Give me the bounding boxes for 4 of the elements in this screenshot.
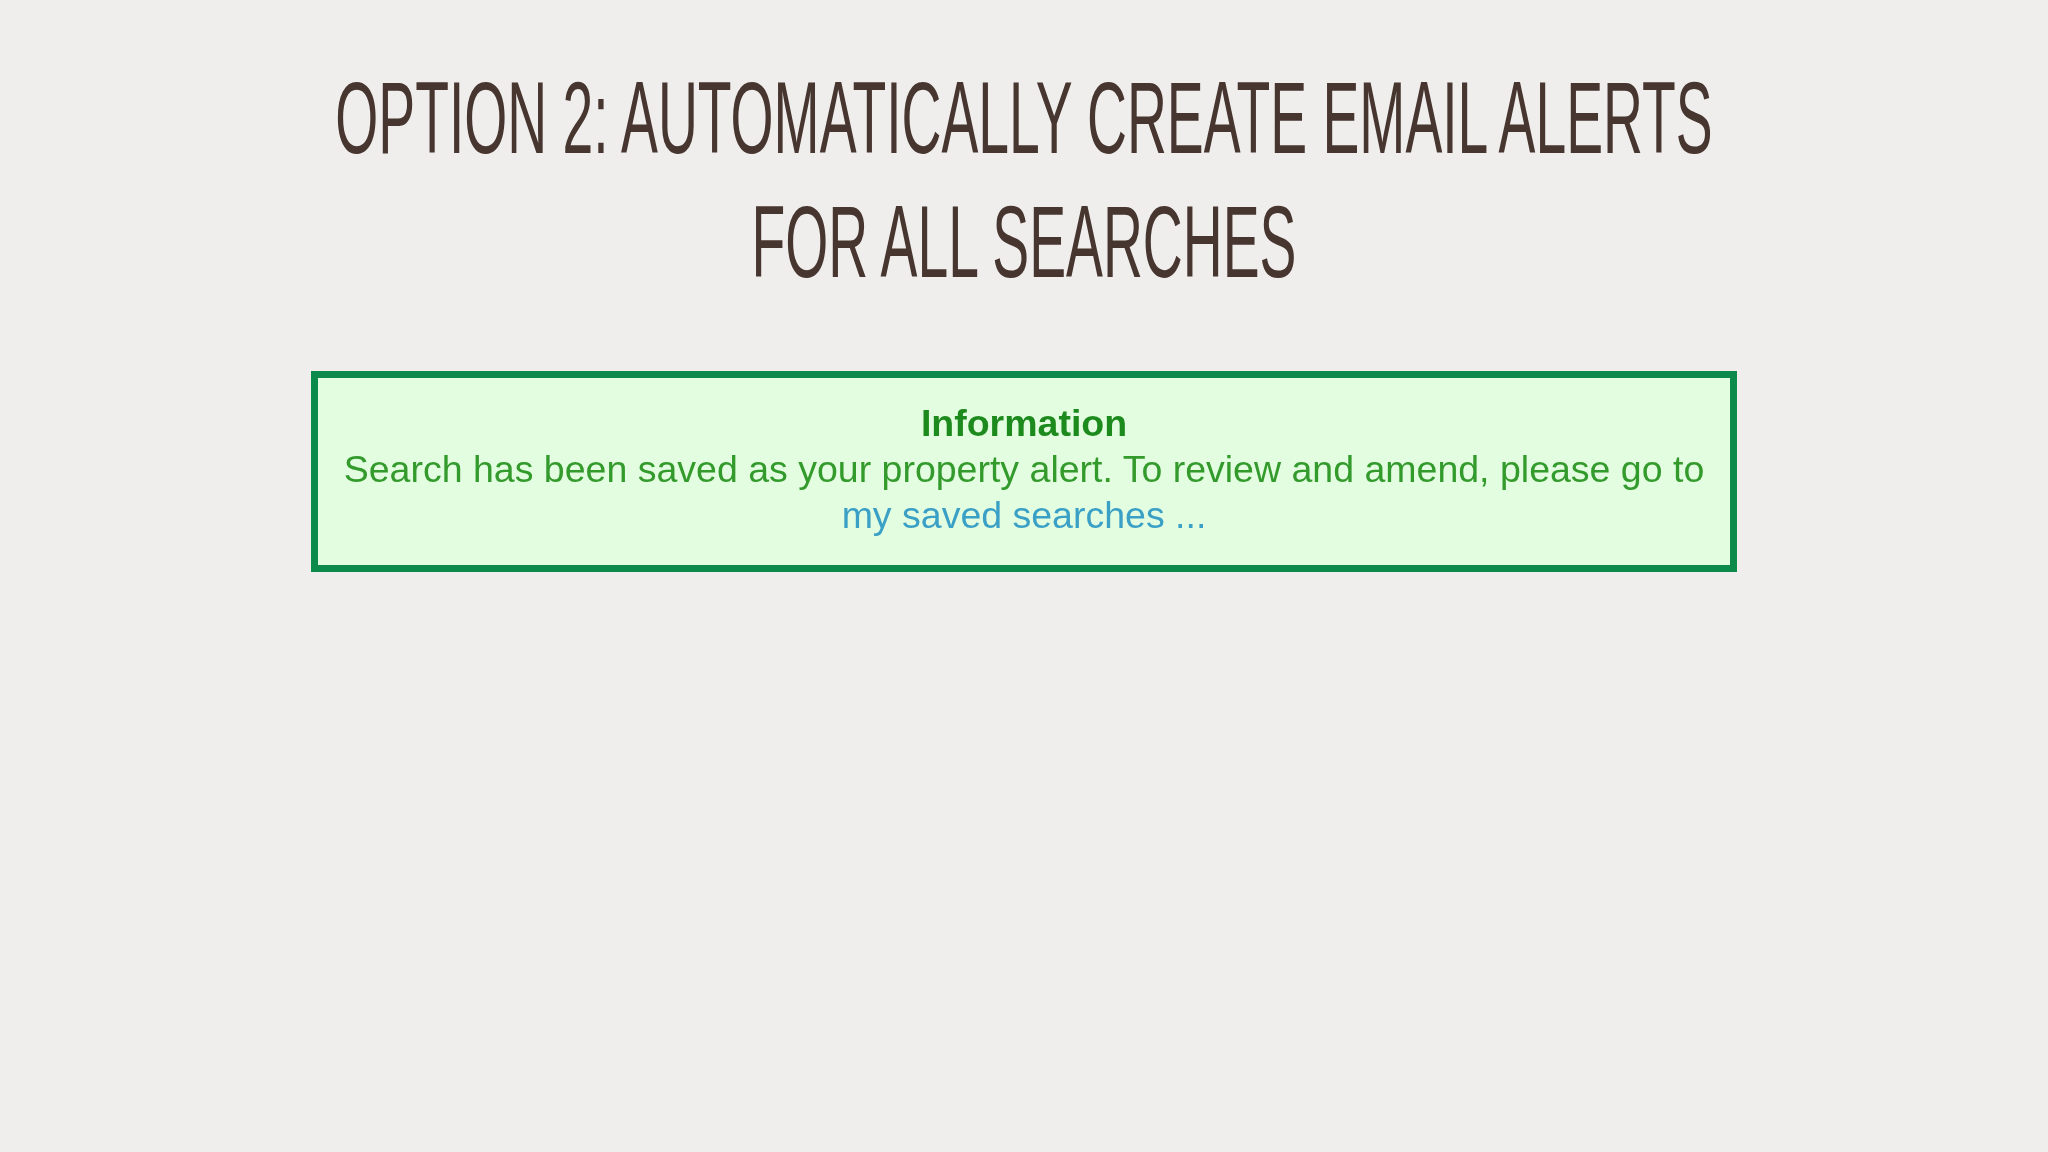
notice-heading: Information — [919, 401, 1129, 446]
notice-message: Search has been saved as your property alert. To review and amend, please go to — [342, 447, 1706, 492]
slide-title: OPTION 2: AUTOMATICALLY CREATE EMAIL ALERTS FOR ALL SEARCHES — [334, 60, 1714, 301]
saved-searches-link[interactable]: my saved searches ... — [841, 494, 1207, 536]
